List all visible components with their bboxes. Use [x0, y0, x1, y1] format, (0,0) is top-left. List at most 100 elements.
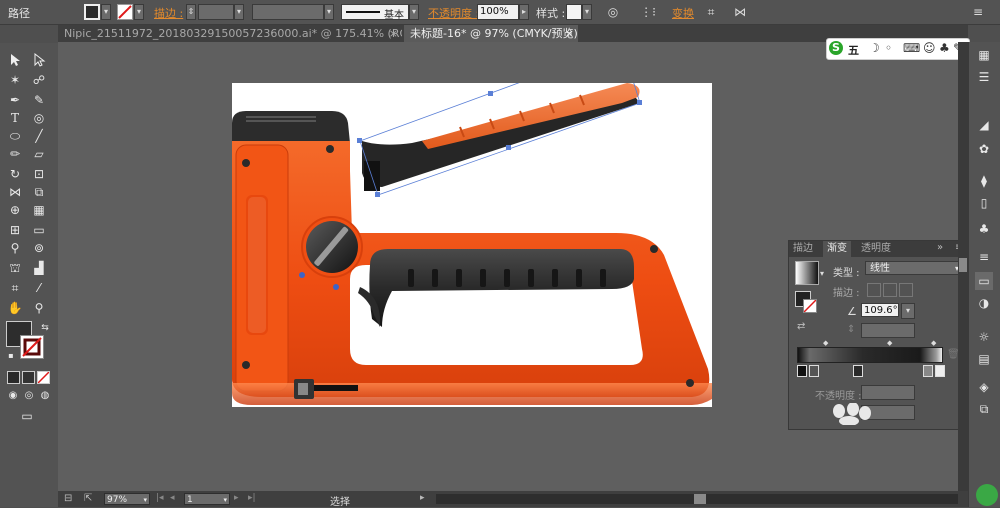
first-artboard-icon[interactable]: |◂: [156, 493, 164, 503]
stroke-weight-stepper[interactable]: ⇕: [186, 4, 196, 20]
status-menu-icon[interactable]: ▸: [420, 493, 425, 503]
none-mode-icon[interactable]: [37, 371, 50, 384]
opacity-field[interactable]: 100%: [477, 4, 519, 20]
transform-link[interactable]: 变换: [672, 5, 694, 21]
gradient-stop[interactable]: [923, 365, 933, 377]
symbols-icon[interactable]: ⧫: [975, 172, 993, 190]
swap-fill-stroke-icon[interactable]: ⇆: [36, 319, 54, 337]
fill-swatch[interactable]: [84, 4, 100, 20]
opacity-dropdown[interactable]: ▸: [519, 4, 529, 20]
midpoint-diamond[interactable]: ◆: [823, 339, 828, 347]
hand-tool-icon[interactable]: ✋: [6, 299, 24, 317]
user-icon[interactable]: ☺: [923, 41, 936, 55]
scrollbar-thumb[interactable]: [694, 494, 706, 504]
reverse-gradient-icon[interactable]: ⇄: [797, 321, 805, 332]
angle-field[interactable]: 109.6°: [861, 303, 899, 317]
punctuation-icon[interactable]: ◦: [885, 41, 892, 55]
pen-tool-icon[interactable]: ✒: [6, 91, 24, 109]
shape-builder-tool-icon[interactable]: ⊕: [6, 201, 24, 219]
skin-icon[interactable]: ♣: [939, 41, 950, 55]
color-palette-icon[interactable]: ✿: [975, 140, 993, 158]
aspect-ratio-field[interactable]: [861, 323, 915, 338]
magic-wand-tool-icon[interactable]: ✶: [6, 71, 24, 89]
slice-tool-icon[interactable]: ⁄: [30, 279, 48, 297]
eraser-tool-icon[interactable]: ▱: [30, 145, 48, 163]
fill-dropdown[interactable]: ▾: [101, 4, 111, 20]
vertical-scrollbar[interactable]: [958, 42, 968, 491]
next-artboard-icon[interactable]: ▸: [234, 493, 239, 503]
graphic-style-swatch[interactable]: [566, 4, 582, 20]
color-mode-icon[interactable]: [7, 371, 20, 384]
layers-list-icon[interactable]: ☰: [975, 68, 993, 86]
envelope-icon[interactable]: ⋈: [732, 4, 748, 20]
stroke-gradient-option-3[interactable]: [899, 283, 913, 297]
blend-tool-icon[interactable]: ⊚: [30, 239, 48, 257]
artboard-number-field[interactable]: 1 ▾: [184, 493, 230, 505]
gradient-stop[interactable]: [853, 365, 863, 377]
stop-opacity-field[interactable]: [861, 385, 915, 400]
pencil-tool-icon[interactable]: ✏: [6, 145, 24, 163]
graphic-styles-icon[interactable]: ▯: [975, 194, 993, 212]
tab-gradient[interactable]: 渐变: [823, 241, 851, 257]
keyboard-icon[interactable]: ⌨: [903, 41, 920, 55]
horizontal-scrollbar[interactable]: [436, 494, 958, 504]
midpoint-diamond[interactable]: ◆: [931, 339, 936, 347]
align-options-icon[interactable]: ⋮⁝: [640, 4, 656, 20]
stroke-dropdown[interactable]: ▾: [134, 4, 144, 20]
variable-width-profile[interactable]: [252, 4, 324, 20]
export-icon[interactable]: ⇱: [84, 493, 92, 504]
thumbnail-dropdown-icon[interactable]: ▾: [820, 269, 824, 278]
recolor-artwork-icon[interactable]: ◎: [605, 4, 621, 20]
curvature-tool-icon[interactable]: ✎: [30, 91, 48, 109]
gradient-thumbnail[interactable]: [795, 261, 819, 285]
direct-selection-tool-icon[interactable]: [30, 51, 48, 69]
zoom-field[interactable]: 97% ▾: [104, 493, 150, 505]
ime-toolbar[interactable]: S 五 ☽ ◦ ⌨ ☺ ♣ ✎: [826, 38, 970, 60]
tab-stroke[interactable]: 描边: [789, 241, 817, 257]
gradient-stop[interactable]: [935, 365, 945, 377]
selection-tool-icon[interactable]: [6, 51, 24, 69]
brush-dropdown[interactable]: ▾: [409, 4, 419, 20]
menu-icon[interactable]: ≡: [970, 4, 986, 20]
brush-definition[interactable]: 基本: [341, 4, 409, 21]
column-graph-tool-icon[interactable]: ▟: [30, 259, 48, 277]
tab-document-1[interactable]: Nipic_21511972_20180329150057236000.ai* …: [58, 25, 402, 42]
zoom-tool-icon[interactable]: ⚲: [30, 299, 48, 317]
close-icon[interactable]: ×: [565, 25, 574, 42]
gradient-stroke-swatch[interactable]: [803, 299, 817, 313]
gradient-stop[interactable]: [797, 365, 807, 377]
ime-mode[interactable]: 五: [848, 42, 859, 58]
width-tool-icon[interactable]: ⋈: [6, 183, 24, 201]
type-tool-icon[interactable]: T: [6, 109, 24, 127]
scale-tool-icon[interactable]: ⊡: [30, 165, 48, 183]
appearance-icon[interactable]: ☼: [975, 328, 993, 346]
stroke-gradient-option-1[interactable]: [867, 283, 881, 297]
links-icon[interactable]: ⧉: [975, 400, 993, 418]
tab-transparency[interactable]: 透明度: [857, 241, 895, 257]
brushes-icon[interactable]: ◢: [975, 116, 993, 134]
properties-icon[interactable]: ▦: [975, 46, 993, 64]
layers-icon[interactable]: ◈: [975, 378, 993, 396]
club-icon[interactable]: ♣: [975, 220, 993, 238]
artboard-nav-icon[interactable]: ⊟: [64, 493, 72, 504]
artboard[interactable]: [232, 83, 712, 407]
panel-collapse-icon[interactable]: »: [937, 242, 943, 253]
tab-document-2[interactable]: 未标题-16* @ 97% (CMYK/预览) ×: [404, 25, 578, 42]
close-icon[interactable]: ×: [389, 25, 398, 42]
rotate-tool-icon[interactable]: ↻: [6, 165, 24, 183]
perspective-grid-tool-icon[interactable]: ▦: [30, 201, 48, 219]
gradient-stop[interactable]: [809, 365, 819, 377]
free-transform-tool-icon[interactable]: ⧉: [30, 183, 48, 201]
screen-mode-icon[interactable]: ▭: [18, 407, 36, 425]
stroke-weight-label[interactable]: 描边 :: [154, 5, 183, 21]
gradient-panel-icon[interactable]: ▭: [975, 272, 993, 290]
angle-dropdown[interactable]: ▾: [901, 303, 915, 319]
last-artboard-icon[interactable]: ▸|: [248, 493, 256, 503]
mesh-tool-icon[interactable]: ⊞: [6, 221, 24, 239]
artboard-tool-icon[interactable]: ⌗: [6, 279, 24, 297]
prev-artboard-icon[interactable]: ◂: [170, 493, 175, 503]
artboards-icon[interactable]: ▤: [975, 350, 993, 368]
stroke-gradient-option-2[interactable]: [883, 283, 897, 297]
draw-inside-icon[interactable]: ◍: [36, 387, 54, 405]
gradient-slider[interactable]: [797, 347, 943, 363]
